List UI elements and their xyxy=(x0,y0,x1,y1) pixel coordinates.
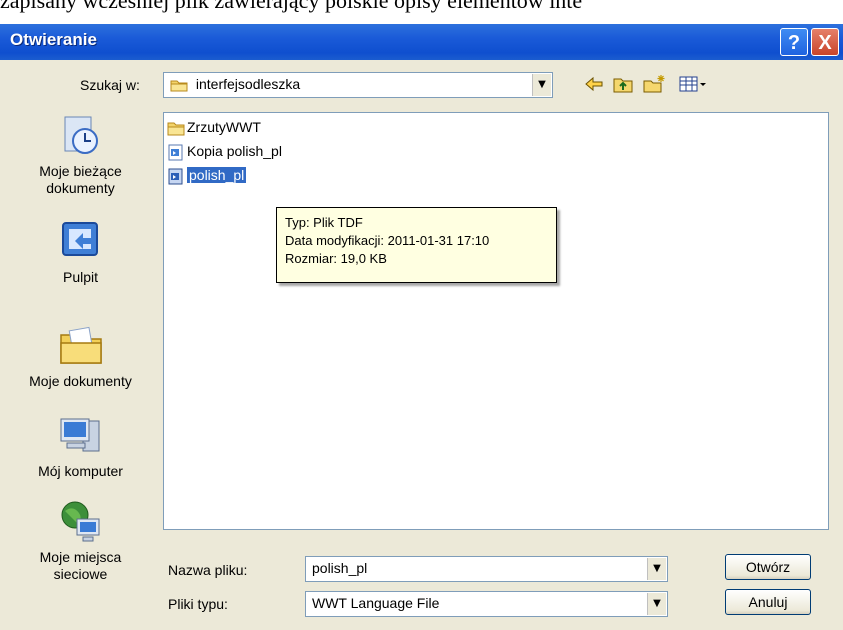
open-file-dialog: Otwieranie ? X Szukaj w: interfejsodlesz… xyxy=(0,24,843,630)
file-name: ZrzutyWWT xyxy=(187,119,261,135)
desktop-icon xyxy=(61,222,98,256)
file-name: polish_pl xyxy=(187,167,247,183)
file-list[interactable]: ZrzutyWWT Kopia polish_pl polish_pl xyxy=(163,112,829,530)
look-in-value: interfejsodleszka xyxy=(195,76,301,92)
cancel-button[interactable]: Anuluj xyxy=(725,589,811,615)
place-label: Moje bieżące xyxy=(39,163,122,179)
close-icon: X xyxy=(818,32,832,54)
help-icon: ? xyxy=(787,32,801,54)
place-my-documents[interactable]: Moje dokumenty xyxy=(8,321,153,390)
filename-value: polish_pl xyxy=(312,560,368,576)
new-folder-icon[interactable] xyxy=(642,74,666,94)
view-menu-icon[interactable] xyxy=(678,74,708,94)
filename-input[interactable]: polish_pl ▼ xyxy=(305,556,668,582)
list-item-selected[interactable]: polish_pl xyxy=(167,165,247,185)
filetype-value: WWT Language File xyxy=(312,595,440,611)
filename-label: Nazwa pliku: xyxy=(168,562,248,578)
place-label: Moje dokumenty xyxy=(29,373,132,389)
place-label: dokumenty xyxy=(46,180,115,196)
filetype-dropdown[interactable]: WWT Language File ▼ xyxy=(305,591,668,617)
tooltip-type: Typ: Plik TDF xyxy=(285,215,363,230)
network-places-icon xyxy=(61,501,99,542)
file-name: Kopia polish_pl xyxy=(187,143,282,159)
up-folder-icon[interactable] xyxy=(612,74,634,94)
tooltip-modified: Data modyfikacji: 2011-01-31 17:10 xyxy=(285,233,490,248)
file-info-tooltip: Typ: Plik TDF Data modyfikacji: 2011-01-… xyxy=(276,207,557,283)
place-label: sieciowe xyxy=(53,566,108,582)
place-label: Mój komputer xyxy=(38,463,123,479)
place-network[interactable]: Moje miejsca sieciowe xyxy=(8,497,153,583)
look-in-dropdown[interactable]: interfejsodleszka ▼ xyxy=(163,72,553,98)
file-icon xyxy=(168,168,183,185)
list-item[interactable]: Kopia polish_pl xyxy=(167,141,282,161)
chevron-down-icon[interactable]: ▼ xyxy=(647,593,666,615)
my-documents-icon xyxy=(59,326,102,364)
filetype-label: Pliki typu: xyxy=(168,596,228,612)
look-in-label: Szukaj w: xyxy=(80,77,140,93)
background-document-text: zapisany wcześniej plik zawierający pols… xyxy=(0,0,583,13)
tooltip-size: Rozmiar: 19,0 KB xyxy=(285,251,387,266)
place-label: Pulpit xyxy=(62,269,99,285)
title-bar[interactable]: Otwieranie ? X xyxy=(0,24,843,60)
window-title: Otwieranie xyxy=(10,30,97,49)
recent-documents-icon xyxy=(64,116,98,154)
folder-icon xyxy=(167,122,185,136)
help-button[interactable]: ? xyxy=(780,28,808,56)
chevron-down-icon[interactable]: ▼ xyxy=(532,74,551,96)
back-arrow-icon[interactable] xyxy=(583,74,605,94)
file-icon xyxy=(168,144,183,161)
open-button[interactable]: Otwórz xyxy=(725,554,811,580)
chevron-down-icon[interactable]: ▼ xyxy=(647,558,666,580)
places-bar: Moje bieżące dokumenty Pulpit Moje dokum… xyxy=(8,111,153,629)
place-recent-documents[interactable]: Moje bieżące dokumenty xyxy=(8,111,153,197)
list-item[interactable]: ZrzutyWWT xyxy=(167,117,261,137)
place-label: Moje miejsca xyxy=(39,549,122,565)
folder-icon xyxy=(170,80,188,92)
place-my-computer[interactable]: Mój komputer xyxy=(8,411,153,480)
place-desktop[interactable]: Pulpit xyxy=(8,217,153,286)
close-button[interactable]: X xyxy=(811,28,839,56)
my-computer-icon xyxy=(60,418,99,452)
